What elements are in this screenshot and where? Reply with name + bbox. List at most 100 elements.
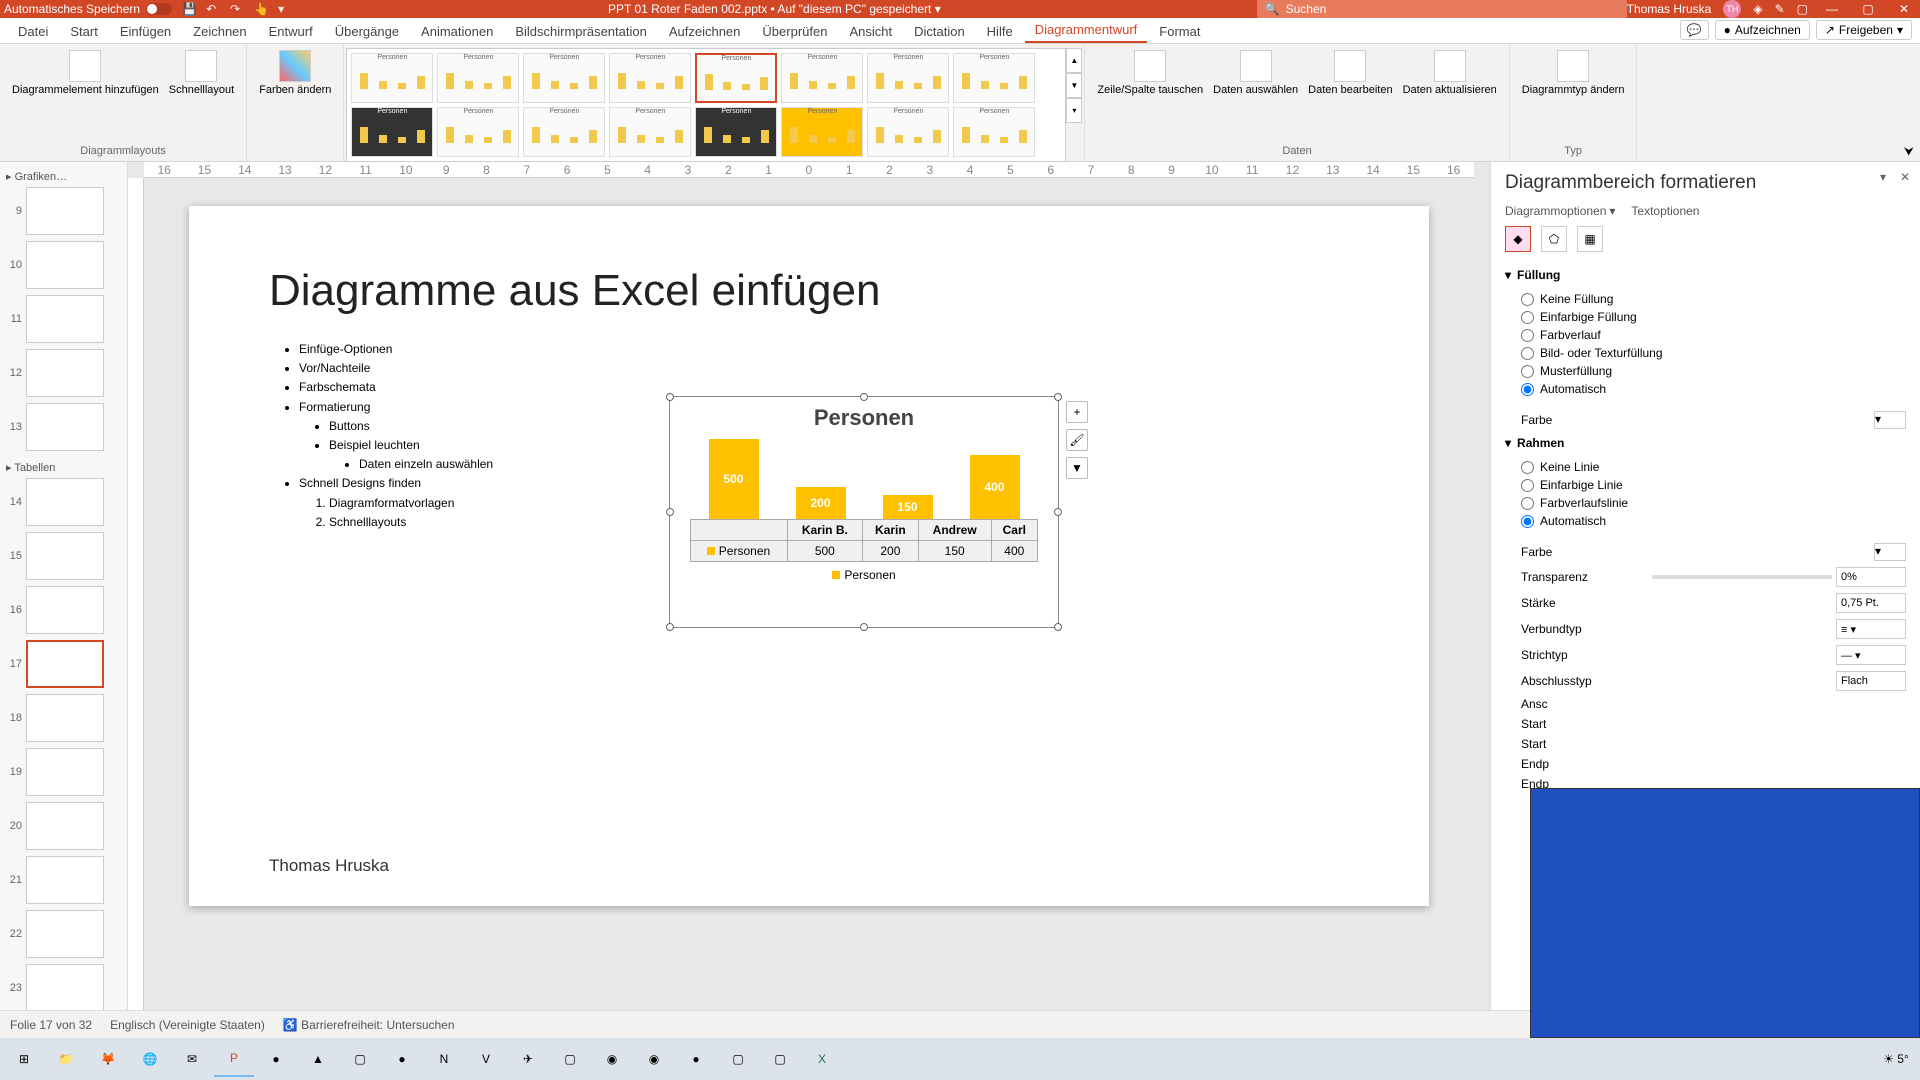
slide-thumb-15[interactable] (26, 532, 104, 580)
slide-thumb-14[interactable] (26, 478, 104, 526)
app-icon[interactable]: ▢ (760, 1041, 800, 1077)
resize-handle[interactable] (666, 508, 674, 516)
tab-diagrammentwurf[interactable]: Diagrammentwurf (1025, 18, 1148, 43)
fill-option-1[interactable]: Einfarbige Füllung (1521, 308, 1906, 326)
chart-styles-button[interactable]: 🖌 (1066, 429, 1088, 451)
border-section-header[interactable]: ▾ Rahmen (1505, 432, 1906, 454)
search-input[interactable] (1286, 2, 1619, 16)
slide-thumb-21[interactable] (26, 856, 104, 904)
tab-aufzeichnen[interactable]: Aufzeichnen (659, 20, 751, 43)
slide-thumb-12[interactable] (26, 349, 104, 397)
gallery-scroll-up[interactable]: ▲ (1066, 48, 1082, 73)
gallery-scroll-down[interactable]: ▼ (1066, 73, 1082, 98)
slide-title[interactable]: Diagramme aus Excel einfügen (269, 266, 1349, 316)
slide-thumb-19[interactable] (26, 748, 104, 796)
border-option-2[interactable]: Farbverlaufslinie (1521, 494, 1906, 512)
chart-style-1[interactable]: Personen (351, 53, 433, 103)
change-colors-button[interactable]: Farben ändern (255, 48, 335, 98)
width-input[interactable]: 0,75 Pt. (1836, 593, 1906, 613)
weather-widget[interactable]: ☀ 5° (1876, 1041, 1916, 1077)
tab-zeichnen[interactable]: Zeichnen (183, 20, 256, 43)
slide-canvas[interactable]: Diagramme aus Excel einfügen Einfüge-Opt… (189, 206, 1429, 906)
chart-style-14[interactable]: Personen (781, 107, 863, 157)
pen-icon[interactable]: ✎ (1775, 2, 1785, 16)
transparency-slider[interactable] (1652, 575, 1832, 579)
chart-data-table[interactable]: Karin B.KarinAndrewCarl Personen50020015… (690, 519, 1038, 562)
slide-thumb-22[interactable] (26, 910, 104, 958)
refresh-data-button[interactable]: Daten aktualisieren (1399, 48, 1501, 98)
fill-color-picker[interactable]: ▾ (1874, 411, 1906, 429)
explorer-icon[interactable]: 📁 (46, 1041, 86, 1077)
record-button[interactable]: ● Aufzeichnen (1715, 20, 1810, 40)
share-button[interactable]: ↗ Freigeben ▾ (1816, 20, 1912, 40)
pane-collapse-icon[interactable]: ▾ (1880, 170, 1886, 184)
gallery-expand[interactable]: ▾ (1066, 98, 1082, 123)
chart-style-9[interactable]: Personen (351, 107, 433, 157)
chart-style-3[interactable]: Personen (523, 53, 605, 103)
cap-type-dropdown[interactable]: Flach (1836, 671, 1906, 691)
save-icon[interactable]: 💾 (182, 2, 196, 16)
fill-section-header[interactable]: ▾ Füllung (1505, 264, 1906, 286)
maximize-button[interactable]: ▢ (1856, 2, 1880, 16)
chart-style-5[interactable]: Personen (695, 53, 777, 103)
firefox-icon[interactable]: 🦊 (88, 1041, 128, 1077)
chart-filters-button[interactable]: ▼ (1066, 457, 1088, 479)
start-button[interactable]: ⊞ (4, 1041, 44, 1077)
slide-thumb-10[interactable] (26, 241, 104, 289)
border-color-picker[interactable]: ▾ (1874, 543, 1906, 561)
tab-entwurf[interactable]: Entwurf (259, 20, 323, 43)
effects-icon[interactable]: ⬠ (1541, 226, 1567, 252)
tab-dictation[interactable]: Dictation (904, 20, 975, 43)
comments-icon[interactable]: 💬 (1680, 20, 1709, 40)
slide-thumb-20[interactable] (26, 802, 104, 850)
chart-object[interactable]: Personen 500200150400 Karin B.KarinAndre… (669, 396, 1059, 628)
resize-handle[interactable] (666, 623, 674, 631)
border-option-1[interactable]: Einfarbige Linie (1521, 476, 1906, 494)
touch-mode-icon[interactable]: 👆 (254, 2, 268, 16)
chart-legend[interactable]: Personen (670, 562, 1058, 588)
diamond-icon[interactable]: ◈ (1753, 2, 1762, 16)
resize-handle[interactable] (860, 393, 868, 401)
minimize-button[interactable]: — (1820, 2, 1844, 16)
search-box[interactable]: 🔍 (1257, 0, 1627, 18)
outlook-icon[interactable]: ✉ (172, 1041, 212, 1077)
chart-plot-area[interactable]: 500200150400 (670, 439, 1058, 519)
tab-hilfe[interactable]: Hilfe (977, 20, 1023, 43)
tab-start[interactable]: Start (60, 20, 107, 43)
tab-überprüfen[interactable]: Überprüfen (752, 20, 837, 43)
undo-icon[interactable]: ↶ (206, 2, 220, 16)
chart-style-6[interactable]: Personen (781, 53, 863, 103)
tab-ansicht[interactable]: Ansicht (839, 20, 902, 43)
fill-option-4[interactable]: Musterfüllung (1521, 362, 1906, 380)
accessibility-check[interactable]: ♿ Barrierefreiheit: Untersuchen (283, 1018, 455, 1032)
chart-title[interactable]: Personen (670, 397, 1058, 439)
tab-bildschirmpräsentation[interactable]: Bildschirmpräsentation (505, 20, 657, 43)
fill-option-2[interactable]: Farbverlauf (1521, 326, 1906, 344)
slide-thumb-16[interactable] (26, 586, 104, 634)
app-icon[interactable]: ● (382, 1041, 422, 1077)
resize-handle[interactable] (666, 393, 674, 401)
tab-format[interactable]: Format (1149, 20, 1210, 43)
vlc-icon[interactable]: ▲ (298, 1041, 338, 1077)
chart-style-10[interactable]: Personen (437, 107, 519, 157)
app-icon[interactable]: ▢ (340, 1041, 380, 1077)
fill-option-5[interactable]: Automatisch (1521, 380, 1906, 398)
text-options-tab[interactable]: Textoptionen (1631, 204, 1699, 218)
border-option-0[interactable]: Keine Linie (1521, 458, 1906, 476)
slide-thumb-13[interactable] (26, 403, 104, 451)
chart-elements-button[interactable]: + (1066, 401, 1088, 423)
powerpoint-icon[interactable]: P (214, 1041, 254, 1077)
tab-datei[interactable]: Datei (8, 20, 58, 43)
resize-handle[interactable] (1054, 393, 1062, 401)
select-data-button[interactable]: Daten auswählen (1209, 48, 1302, 98)
excel-icon[interactable]: X (802, 1041, 842, 1077)
resize-handle[interactable] (860, 623, 868, 631)
quick-layout-button[interactable]: Schnelllayout (165, 48, 238, 98)
slide-thumb-17[interactable] (26, 640, 104, 688)
app-icon[interactable]: ▢ (550, 1041, 590, 1077)
switch-row-col-button[interactable]: Zeile/Spalte tauschen (1093, 48, 1207, 98)
size-props-icon[interactable]: ▦ (1577, 226, 1603, 252)
collapse-ribbon-icon[interactable]: ⮟ (1904, 144, 1914, 159)
add-chart-element-button[interactable]: Diagrammelement hinzufügen (8, 48, 163, 98)
close-button[interactable]: ✕ (1892, 2, 1916, 16)
